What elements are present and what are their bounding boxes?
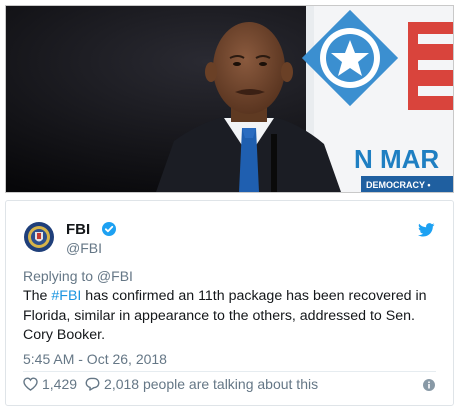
user-handle[interactable]: @FBI <box>66 240 102 256</box>
like-count: 1,429 <box>42 376 78 392</box>
tweet-text-after: has confirmed an 11th package has been r… <box>23 288 427 343</box>
heart-icon[interactable] <box>23 377 38 391</box>
tweet-timestamp[interactable]: 5:45 AM - Oct 26, 2018 <box>23 351 167 367</box>
tweet-text: The #FBI has confirmed an 11th package h… <box>23 287 443 346</box>
info-icon[interactable] <box>423 379 435 391</box>
like-action[interactable]: 1,429 <box>23 376 77 392</box>
reply-bubble-icon[interactable] <box>85 377 100 391</box>
banner-word: N MAR <box>354 144 439 174</box>
talking-count: 2,018 people are talking about this <box>104 376 319 392</box>
twitter-bird-icon[interactable] <box>418 223 435 237</box>
banner-subtext: DEMOCRACY • <box>366 180 431 190</box>
tweet-actions: 1,429 2,018 people are talking about thi… <box>23 376 326 392</box>
speaker-photo-illustration: N MAR DEMOCRACY • <box>6 6 453 192</box>
divider <box>23 371 436 372</box>
display-name[interactable]: FBI <box>66 221 90 238</box>
tweet-card[interactable]: FBI @FBI Replying to @FBI The #FBI has c… <box>5 200 454 406</box>
news-photo: N MAR DEMOCRACY • <box>5 5 454 193</box>
hashtag-link[interactable]: #FBI <box>51 288 81 304</box>
conversation-action[interactable]: 2,018 people are talking about this <box>85 376 318 392</box>
replying-to-label[interactable]: Replying to @FBI <box>23 268 133 284</box>
fbi-seal-avatar-icon[interactable] <box>23 221 55 253</box>
verified-badge-icon <box>102 222 116 236</box>
tweet-text-before: The <box>23 288 52 304</box>
